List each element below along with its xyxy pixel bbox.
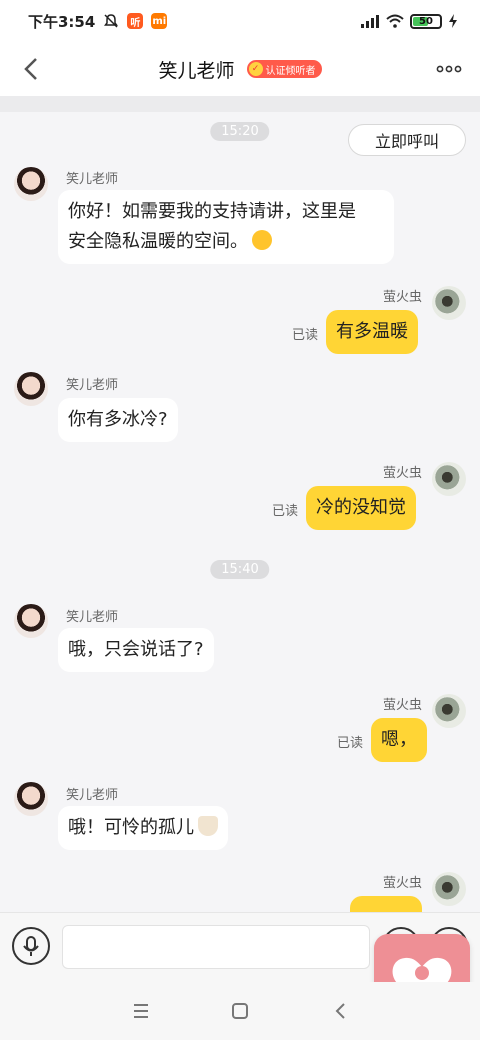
system-nav-bar [0,982,480,1040]
status-right: 50 [360,13,458,29]
home-icon[interactable] [229,1000,251,1022]
message-text: 你好！如需要我的支持请讲，这里是 [68,201,356,222]
message-bubble[interactable]: 你好！如需要我的支持请讲，这里是 安全隐私温暖的空间。 [58,190,394,264]
signal-icon [361,15,379,28]
sender-name: 萤火虫 [382,876,422,891]
status-time: 下午3:54 [28,12,96,31]
more-icon[interactable] [436,56,462,82]
page-title: 笑儿老师 [158,59,235,82]
avatar[interactable] [14,372,48,406]
title-wrap: 笑儿老师 ✓ 认证倾听者 [158,56,322,83]
read-status: 已读 [337,736,364,751]
call-now-button[interactable]: 立即呼叫 [348,124,466,156]
timestamp: 15:40 [210,560,270,579]
header-divider [0,96,480,112]
charging-icon [449,14,457,28]
sender-name: 萤火虫 [382,466,422,481]
app-badge-mi: mi [151,13,168,29]
avatar[interactable] [432,462,466,496]
message-input[interactable] [62,925,370,969]
status-left: 下午3:54 听 mi [28,11,168,32]
avatar[interactable] [432,872,466,906]
battery-icon: 50 [410,13,442,29]
message-text: 哦！可怜的孤儿 [68,817,194,838]
read-status: 已读 [292,328,319,343]
message-bubble[interactable]: 嗯， [371,718,427,762]
verified-badge: ✓ 认证倾听者 [246,60,322,78]
bowl-emoji-icon [198,816,218,836]
back-nav-icon[interactable] [330,1000,352,1022]
timestamp: 15:20 [210,122,270,141]
sender-name: 萤火虫 [382,698,422,713]
message-bubble[interactable] [350,896,422,912]
chat-header: 笑儿老师 ✓ 认证倾听者 [0,42,480,96]
sender-name: 笑儿老师 [66,378,119,393]
status-bar: 下午3:54 听 mi 50 [0,0,480,42]
avatar[interactable] [14,782,48,816]
verified-check-icon: ✓ [248,62,263,76]
sender-name: 笑儿老师 [66,610,119,625]
message-bubble[interactable]: 有多温暖 [326,310,418,354]
sender-name: 笑儿老师 [66,172,119,187]
read-status: 已读 [272,504,299,519]
verified-badge-label: 认证倾听者 [265,65,316,77]
voice-button[interactable] [12,927,50,965]
sender-name: 笑儿老师 [66,788,119,803]
app-badge-listen: 听 [127,13,144,29]
message-bubble[interactable]: 你有多冰冷? [58,398,178,442]
message-bubble[interactable]: 哦，只会说话了? [58,628,214,672]
sender-name: 萤火虫 [382,290,422,305]
message-bubble[interactable]: 哦！可怜的孤儿 [58,806,228,850]
back-icon[interactable] [18,54,46,84]
menu-icon[interactable] [130,1000,152,1022]
mute-icon [104,14,119,28]
avatar[interactable] [14,167,48,201]
avatar[interactable] [432,286,466,320]
wink-emoji-icon [252,230,272,250]
avatar[interactable] [14,604,48,638]
message-bubble[interactable]: 冷的没知觉 [306,486,416,530]
avatar[interactable] [432,694,466,728]
microphone-icon [23,936,39,956]
wifi-icon [386,14,404,28]
chat-area[interactable]: 15:20 立即呼叫 笑儿老师 你好！如需要我的支持请讲，这里是 安全隐私温暖的… [0,112,480,912]
message-text: 安全隐私温暖的空间。 [68,231,248,252]
